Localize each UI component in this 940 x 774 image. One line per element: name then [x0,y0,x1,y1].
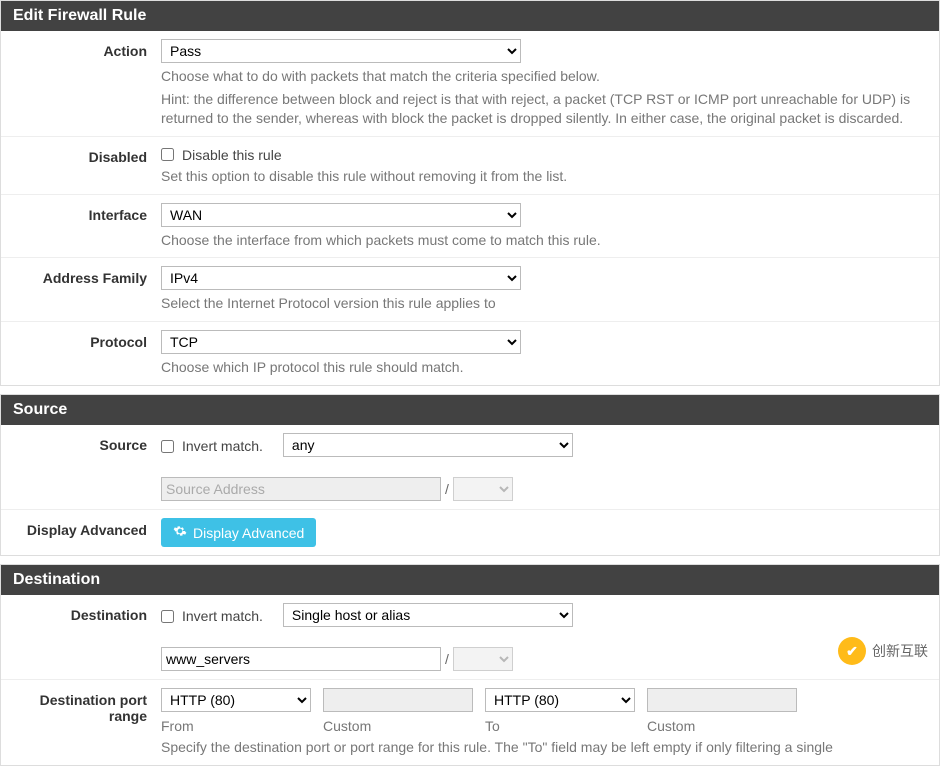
row-display-advanced: Display Advanced Display Advanced [1,510,939,555]
dest-port-from-select[interactable]: HTTP (80) [161,688,311,712]
dest-port-to-custom-label: Custom [647,718,797,734]
destination-invert-checkbox[interactable] [161,610,174,623]
row-action: Action Pass Choose what to do with packe… [1,31,939,137]
panel-header-destination: Destination [1,565,939,595]
source-address-input[interactable] [161,477,441,501]
interface-help: Choose the interface from which packets … [161,231,927,250]
panel-destination: Destination Destination Invert match. Si… [0,564,940,766]
label-action: Action [1,39,161,59]
protocol-help: Choose which IP protocol this rule shoul… [161,358,927,377]
label-destination: Destination [1,603,161,623]
display-advanced-button-label: Display Advanced [193,525,304,541]
brand-logo-icon: ✔ [838,637,866,665]
action-help-1: Choose what to do with packets that matc… [161,67,927,86]
brand-text: 创新互联 [872,641,928,661]
dest-port-to-select[interactable]: HTTP (80) [485,688,635,712]
source-invert-checkbox[interactable] [161,440,174,453]
row-disabled: Disabled Disable this rule Set this opti… [1,137,939,195]
disable-rule-checkbox-label: Disable this rule [182,147,282,163]
panel-header-edit: Edit Firewall Rule [1,1,939,31]
label-destination-port-range: Destination port range [1,688,161,724]
row-destination: Destination Invert match. Single host or… [1,595,939,680]
display-advanced-button[interactable]: Display Advanced [161,518,316,547]
panel-header-source: Source [1,395,939,425]
source-type-select[interactable]: any [283,433,573,457]
row-protocol: Protocol TCP Choose which IP protocol th… [1,322,939,385]
destination-address-input[interactable] [161,647,441,671]
label-address-family: Address Family [1,266,161,286]
dest-port-to-label: To [485,718,635,734]
source-mask-select[interactable] [453,477,513,501]
footer-brand: ✔ 创新互联 [838,637,928,665]
action-select[interactable]: Pass [161,39,521,63]
address-family-select[interactable]: IPv4 [161,266,521,290]
destination-mask-select[interactable] [453,647,513,671]
label-interface: Interface [1,203,161,223]
label-protocol: Protocol [1,330,161,350]
source-invert-label: Invert match. [182,438,263,454]
action-help-2: Hint: the difference between block and r… [161,90,927,128]
dest-port-to-custom-input[interactable] [647,688,797,712]
protocol-select[interactable]: TCP [161,330,521,354]
interface-select[interactable]: WAN [161,203,521,227]
dest-port-from-label: From [161,718,311,734]
source-slash: / [445,481,449,497]
row-source: Source Invert match. any / [1,425,939,510]
disabled-help: Set this option to disable this rule wit… [161,167,927,186]
label-source: Source [1,433,161,453]
row-destination-port-range: Destination port range HTTP (80) From Cu… [1,680,939,765]
label-disabled: Disabled [1,145,161,165]
row-interface: Interface WAN Choose the interface from … [1,195,939,259]
dest-port-from-custom-input[interactable] [323,688,473,712]
dest-port-from-custom-label: Custom [323,718,473,734]
label-display-advanced: Display Advanced [1,518,161,538]
panel-source: Source Source Invert match. any / [0,394,940,556]
destination-invert-label: Invert match. [182,608,263,624]
disable-rule-checkbox[interactable] [161,148,174,161]
panel-edit-firewall-rule: Edit Firewall Rule Action Pass Choose wh… [0,0,940,386]
address-family-help: Select the Internet Protocol version thi… [161,294,927,313]
gear-icon [173,524,187,541]
row-address-family: Address Family IPv4 Select the Internet … [1,258,939,322]
dest-port-help: Specify the destination port or port ran… [161,738,927,757]
destination-type-select[interactable]: Single host or alias [283,603,573,627]
destination-slash: / [445,651,449,667]
